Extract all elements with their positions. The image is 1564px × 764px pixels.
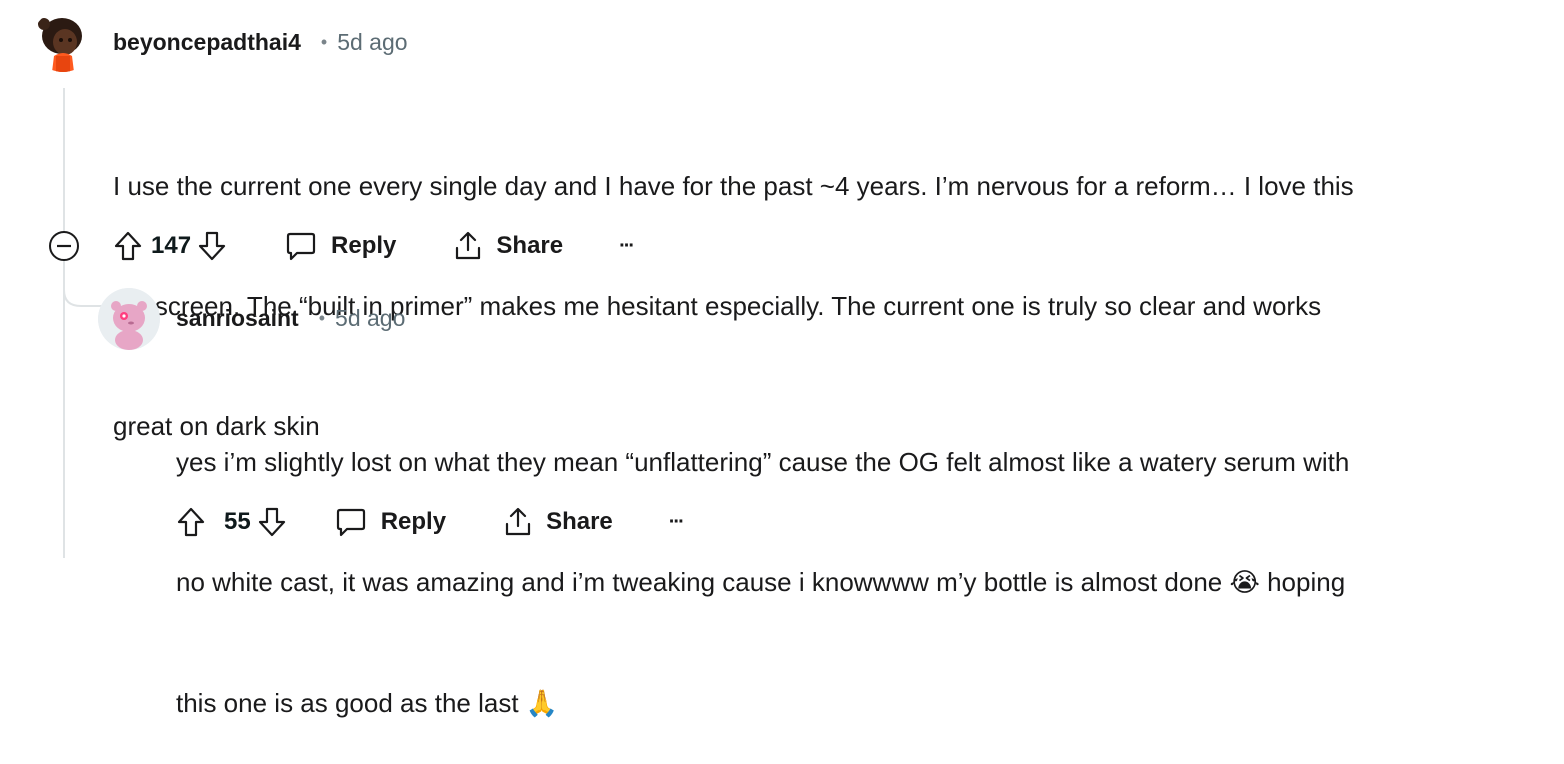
upvote-icon[interactable] — [176, 506, 206, 538]
more-options-button[interactable]: ··· — [619, 234, 635, 258]
comment-body-line: no white cast, it was amazing and i’m tw… — [176, 562, 1536, 603]
comment-actions: 55 Reply Share ··· — [176, 500, 685, 544]
share-button[interactable]: Share — [502, 506, 613, 538]
reply-label: Reply — [380, 508, 447, 535]
share-label: Share — [496, 232, 564, 259]
avatar[interactable] — [32, 10, 94, 72]
meta-separator: • — [318, 307, 326, 328]
comment-bubble-icon — [285, 230, 317, 262]
share-label: Share — [546, 508, 613, 535]
timestamp[interactable]: 5d ago — [337, 29, 407, 56]
reply-label: Reply — [331, 232, 397, 259]
reply-connector-curve — [63, 262, 103, 307]
comment-bubble-icon — [335, 506, 367, 538]
comment-body: yes i’m slightly lost on what they mean … — [176, 362, 1536, 764]
comment-actions: 147 Reply Share ··· — [113, 224, 635, 268]
comment-meta: beyoncepadthai4 • 5d ago — [113, 26, 408, 58]
vote-count: 55 — [224, 508, 251, 535]
reply-button[interactable]: Reply — [285, 230, 396, 262]
timestamp[interactable]: 5d ago — [335, 305, 405, 332]
comment-body-line: this one is as good as the last 🙏 — [176, 683, 1536, 724]
avatar[interactable] — [98, 288, 160, 350]
comment-body-line: yes i’m slightly lost on what they mean … — [176, 447, 1350, 477]
crying-emoji: 😭 — [1229, 568, 1260, 598]
collapse-button[interactable] — [48, 230, 80, 262]
meta-separator: • — [320, 31, 328, 52]
pray-emoji: 🙏 — [525, 689, 559, 719]
more-options-icon: ··· — [619, 234, 635, 257]
more-options-icon: ··· — [668, 510, 685, 533]
username[interactable]: beyoncepadthai4 — [113, 29, 301, 56]
share-button[interactable]: Share — [452, 230, 563, 262]
comment-body-text: no white cast, it was amazing and i’m tw… — [176, 567, 1223, 597]
comment-meta: sanriosaint • 5d ago — [176, 302, 405, 334]
reply-button[interactable]: Reply — [335, 506, 446, 538]
vote-count: 147 — [151, 232, 192, 259]
collapse-icon — [49, 231, 79, 261]
share-icon — [452, 230, 484, 262]
more-options-button[interactable]: ··· — [668, 510, 685, 534]
username[interactable]: sanriosaint — [176, 305, 299, 332]
downvote-icon[interactable] — [197, 230, 227, 262]
thread-line-main — [63, 88, 65, 558]
share-icon — [502, 506, 534, 538]
comment-body-line: I use the current one every single day a… — [113, 171, 1354, 201]
comment-body-text: this one is as good as the last — [176, 688, 519, 718]
upvote-icon[interactable] — [113, 230, 143, 262]
comment-body-text: hoping — [1267, 567, 1346, 597]
downvote-icon[interactable] — [257, 506, 287, 538]
